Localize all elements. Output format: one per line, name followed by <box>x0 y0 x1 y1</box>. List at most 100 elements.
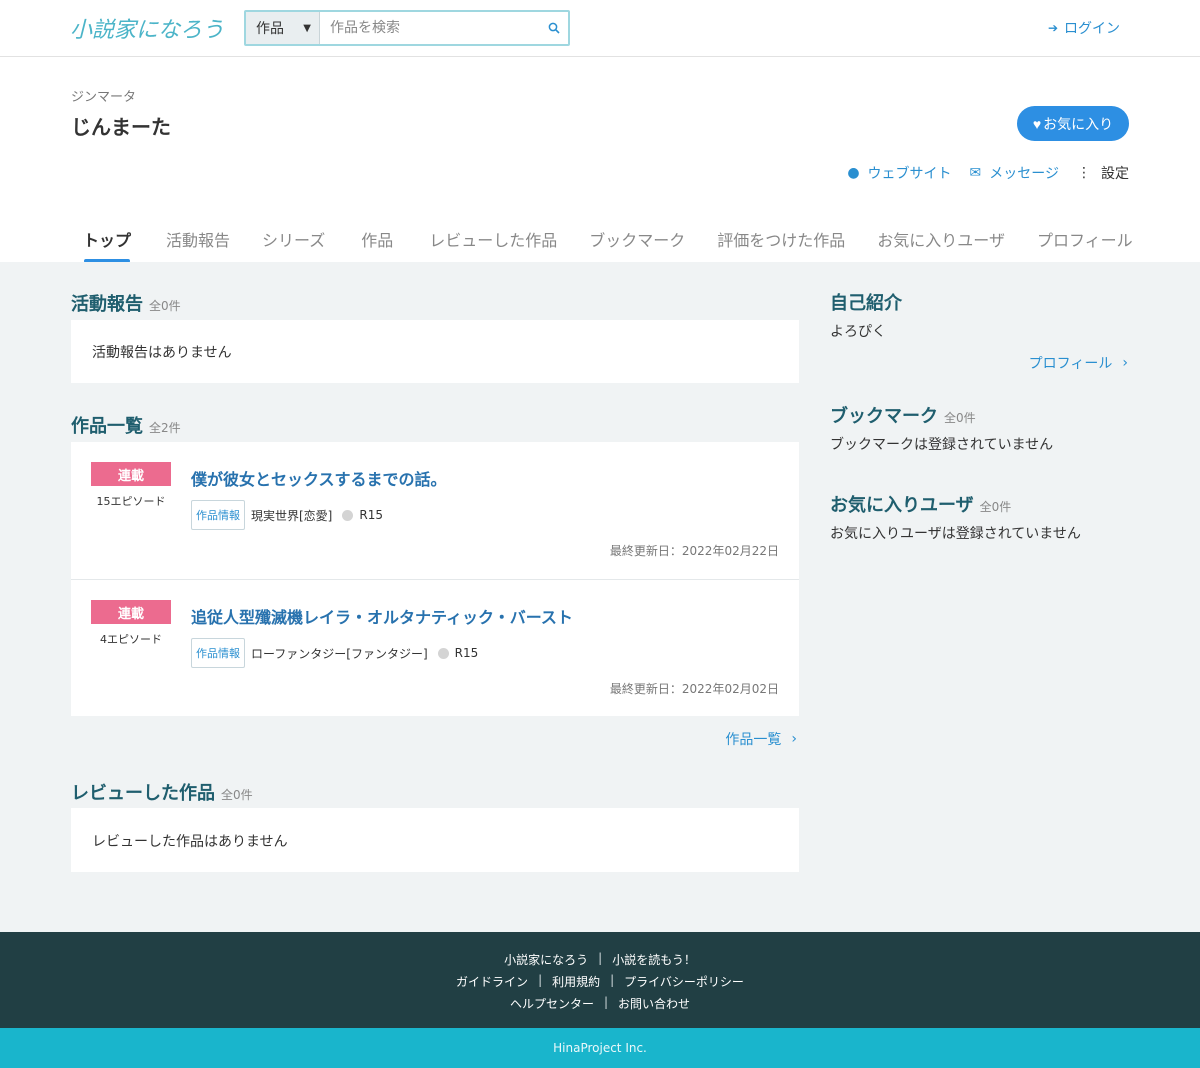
tab-activity[interactable]: 活動報告 <box>144 221 246 263</box>
search-icon <box>548 22 560 34</box>
footer-link[interactable]: 利用規約 <box>552 973 600 990</box>
logo-text: 小説家になろう <box>70 18 225 43</box>
footer-link[interactable]: ガイドライン <box>456 973 528 990</box>
reviews-title[interactable]: レビューした作品 <box>71 779 215 805</box>
activity-count: 全0件 <box>149 299 181 313</box>
bookmark-count: 全0件 <box>944 411 976 425</box>
favusers-title[interactable]: お気に入りユーザ <box>830 491 974 517</box>
tab-reviews[interactable]: レビューした作品 <box>411 221 573 263</box>
rating-dot-icon <box>342 509 354 521</box>
tab-series[interactable]: シリーズ <box>246 221 343 263</box>
work-meta: 作品情報 現実世界[恋愛] R15 <box>191 500 383 530</box>
works-count: 全2件 <box>149 421 181 435</box>
work-rating: R15 <box>454 646 479 660</box>
login-icon: ➔ <box>1047 21 1058 35</box>
profile-more-link[interactable]: プロフィール › <box>1029 353 1128 373</box>
works-more-link[interactable]: 作品一覧 › <box>725 729 797 749</box>
intro-title: 自己紹介 <box>830 293 902 314</box>
works-more-label: 作品一覧 <box>725 732 782 748</box>
favusers-empty-text: お気に入りユーザは登録されていません <box>830 526 1081 542</box>
work-item: 連載 4エピソード 追従人型殲滅機レイラ・オルタナティック・バースト 作品情報 … <box>71 579 799 716</box>
globe-icon: ● <box>847 165 860 181</box>
footer-links-row-3: ヘルプセンター | お問い合わせ <box>0 995 1200 1012</box>
message-link[interactable]: ✉ メッセージ <box>970 163 1059 183</box>
chevron-right-icon: › <box>1122 355 1128 371</box>
site-logo[interactable]: 小説家になろう <box>70 8 230 48</box>
intro-text: よろぴく <box>830 324 886 340</box>
search-bar: 作品 ▼ <box>244 10 570 46</box>
serial-badge: 連載 <box>91 600 171 624</box>
episode-count: 4エピソード <box>100 633 162 646</box>
envelope-icon: ✉ <box>969 165 982 181</box>
reviews-card: レビューした作品はありません <box>71 808 799 872</box>
heart-icon: ♥ <box>1032 115 1042 132</box>
rating-dot-icon <box>437 647 449 659</box>
site-header: 小説家になろう 作品 ▼ ➔ ログイン <box>0 0 1200 57</box>
profile-actions: ● ウェブサイト ✉ メッセージ ⋮ 設定 <box>847 163 1129 183</box>
reviews-section-title: レビューした作品 全0件 <box>71 779 253 805</box>
add-favorite-button[interactable]: ♥ お気に入り <box>1017 106 1129 141</box>
tab-profile[interactable]: プロフィール <box>1021 221 1143 263</box>
work-meta: 作品情報 ローファンタジー[ファンタジー] R15 <box>191 638 478 668</box>
bookmark-empty-text: ブックマークは登録されていません <box>830 437 1054 453</box>
work-title-link[interactable]: 追従人型殲滅機レイラ・オルタナティック・バースト <box>191 604 573 628</box>
footer-separator: | <box>598 951 603 965</box>
activity-title[interactable]: 活動報告 <box>71 290 143 316</box>
reviews-count: 全0件 <box>221 788 253 802</box>
work-updated: 最終更新日：2022年02月22日 <box>609 544 779 558</box>
search-type-value: 作品 <box>256 21 284 37</box>
footer-link[interactable]: 小説を読もう！ <box>612 951 696 968</box>
tab-bookmarks[interactable]: ブックマーク <box>573 221 701 263</box>
tab-top[interactable]: トップ <box>70 221 144 263</box>
login-link[interactable]: ➔ ログイン <box>1048 18 1120 38</box>
chevron-right-icon: › <box>791 731 797 747</box>
message-label: メッセージ <box>989 166 1059 182</box>
tab-works[interactable]: 作品 <box>343 221 411 263</box>
bookmark-title[interactable]: ブックマーク <box>830 402 938 428</box>
bookmark-section-title: ブックマーク 全0件 <box>830 402 976 428</box>
user-name: じんまーた <box>71 115 171 139</box>
work-updated: 最終更新日：2022年02月02日 <box>609 682 779 696</box>
chevron-down-icon: ▼ <box>303 22 311 34</box>
settings-menu[interactable]: ⋮ 設定 <box>1077 163 1129 183</box>
search-type-select[interactable]: 作品 ▼ <box>246 12 320 44</box>
work-info-button[interactable]: 作品情報 <box>191 638 245 668</box>
work-item: 連載 15エピソード 僕が彼女とセックスするまでの話。 作品情報 現実世界[恋愛… <box>71 442 799 579</box>
search-input[interactable] <box>320 12 540 44</box>
profile-more-label: プロフィール <box>1028 356 1113 372</box>
work-genre: ローファンタジー[ファンタジー] <box>251 646 428 661</box>
works-title[interactable]: 作品一覧 <box>71 412 143 438</box>
works-card: 連載 15エピソード 僕が彼女とセックスするまでの話。 作品情報 現実世界[恋愛… <box>71 442 799 716</box>
tab-rated-works[interactable]: 評価をつけた作品 <box>701 221 861 263</box>
footer-separator: | <box>603 995 609 1009</box>
activity-section-title: 活動報告 全0件 <box>71 290 181 316</box>
profile-header: ジンマータ じんまーた ♥ お気に入り ● ウェブサイト ✉ メッセージ ⋮ 設… <box>0 57 1200 263</box>
reviews-empty-text: レビューした作品はありません <box>92 834 288 850</box>
footer-link[interactable]: お問い合わせ <box>618 995 690 1012</box>
settings-label: 設定 <box>1101 166 1129 182</box>
profile-tabs: トップ 活動報告 シリーズ 作品 レビューした作品 ブックマーク 評価をつけた作… <box>70 221 1143 263</box>
intro-section-title: 自己紹介 <box>830 289 902 315</box>
footer-links-row-1: 小説家になろう | 小説を読もう！ <box>0 951 1200 968</box>
footer-separator: | <box>538 973 543 987</box>
tab-favorite-users[interactable]: お気に入りユーザ <box>861 221 1021 263</box>
website-link[interactable]: ● ウェブサイト <box>847 163 951 183</box>
website-label: ウェブサイト <box>867 166 952 182</box>
add-favorite-label: お気に入り <box>1043 115 1114 132</box>
footer-link[interactable]: プライバシーポリシー <box>624 973 744 990</box>
favusers-section-title: お気に入りユーザ 全0件 <box>830 491 1011 517</box>
work-info-button[interactable]: 作品情報 <box>191 500 245 530</box>
serial-badge: 連載 <box>91 462 171 486</box>
works-section-title: 作品一覧 全2件 <box>71 412 181 438</box>
site-footer: 小説家になろう | 小説を読もう！ ガイドライン | 利用規約 | プライバシー… <box>0 932 1200 1028</box>
favusers-count: 全0件 <box>979 500 1012 514</box>
footer-separator: | <box>610 973 615 987</box>
footer-link[interactable]: 小説家になろう <box>504 951 588 968</box>
work-title-link[interactable]: 僕が彼女とセックスするまでの話。 <box>191 466 447 490</box>
footer-link[interactable]: ヘルプセンター <box>510 995 594 1012</box>
episode-count: 15エピソード <box>96 495 166 508</box>
footer-links-row-2: ガイドライン | 利用規約 | プライバシーポリシー <box>0 973 1200 990</box>
work-genre: 現実世界[恋愛] <box>251 508 333 523</box>
activity-empty-text: 活動報告はありません <box>92 345 232 361</box>
search-button[interactable] <box>540 12 568 44</box>
